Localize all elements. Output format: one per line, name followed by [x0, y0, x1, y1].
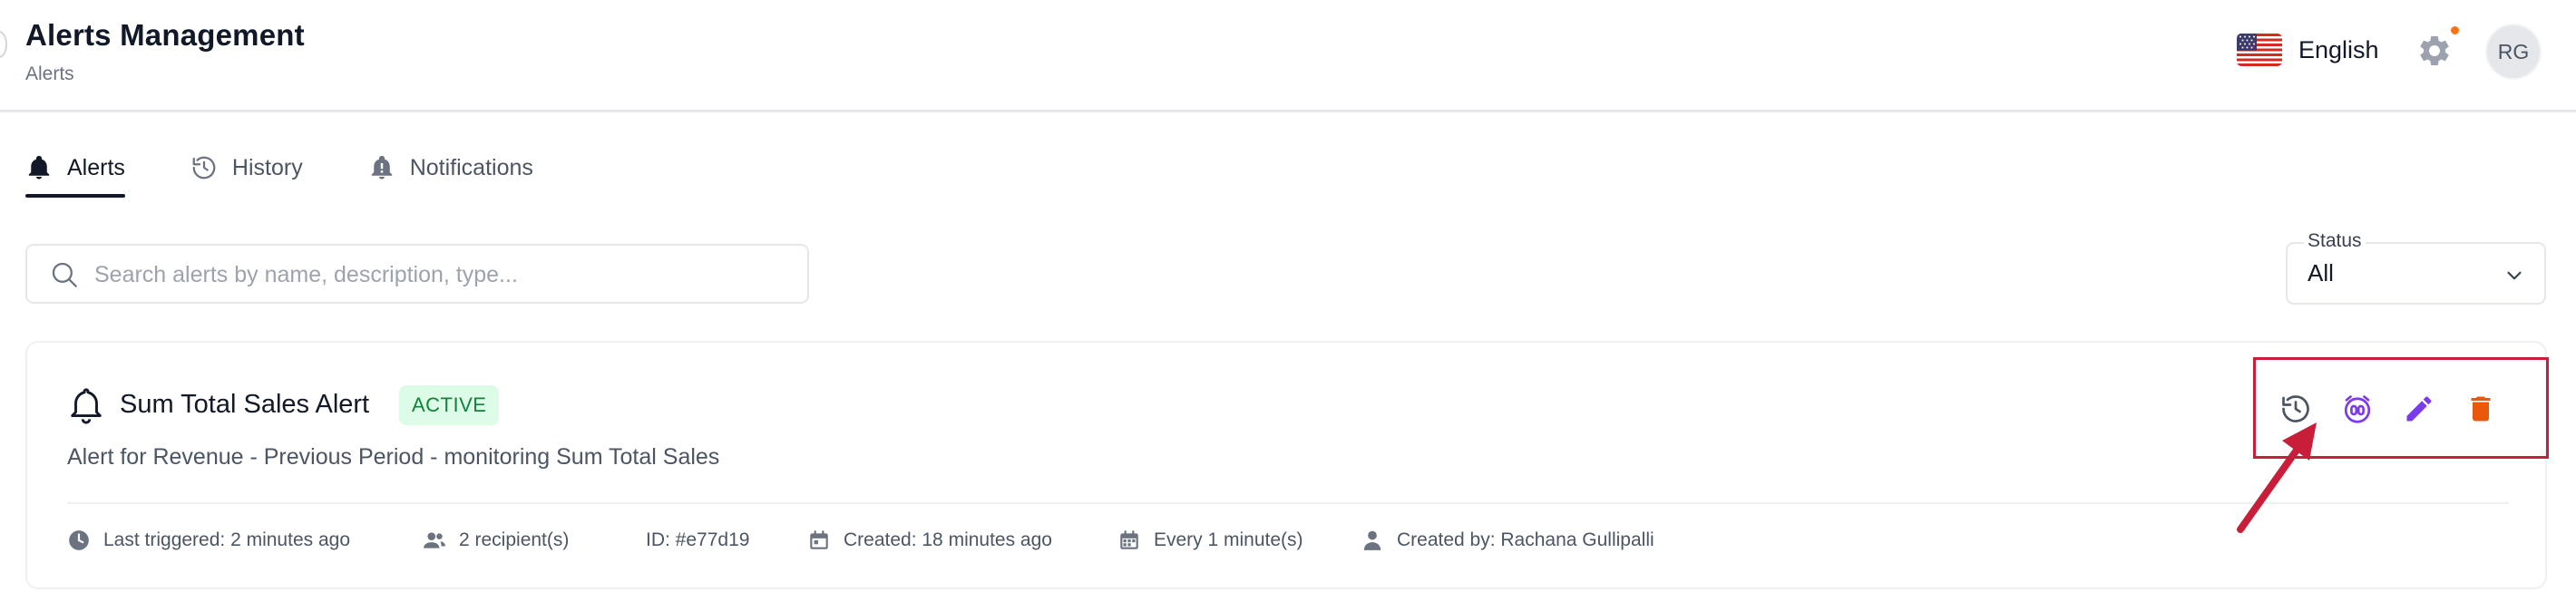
breadcrumb: Alerts: [25, 63, 74, 84]
user-icon: [1363, 530, 1381, 550]
gear-icon[interactable]: [2416, 33, 2453, 69]
meta-created-by: Created by: Rachana Gullipalli: [1361, 524, 1654, 557]
history-icon: [192, 156, 216, 180]
created-by-text: Created by: Rachana Gullipalli: [1397, 529, 1654, 550]
meta-frequency: Every 1 minute(s): [1117, 524, 1303, 557]
page-title: Alerts Management: [25, 18, 305, 52]
search-box: [25, 244, 809, 304]
language-label: English: [2298, 35, 2379, 63]
language-selector[interactable]: English: [2237, 30, 2379, 70]
status-value: All: [2308, 259, 2334, 286]
meta-recipients: 2 recipient(s): [423, 524, 569, 557]
tab-history[interactable]: History: [190, 138, 303, 198]
calendar-icon: [810, 530, 828, 549]
meta-last-triggered: Last triggered: 2 minutes ago: [67, 524, 350, 557]
tab-label: Notifications: [409, 154, 533, 180]
alert-id-text: ID: #e77d19: [646, 529, 750, 550]
frequency-text: Every 1 minute(s): [1154, 529, 1303, 550]
status-label: Status: [2304, 230, 2366, 252]
alert-name: Sum Total Sales Alert: [120, 390, 370, 419]
meta-created: Created: 18 minutes ago: [807, 524, 1052, 557]
clock-icon: [69, 530, 89, 550]
history-icon: [2282, 395, 2309, 422]
search-input[interactable]: [94, 255, 784, 295]
recipients-text: 2 recipient(s): [459, 529, 570, 550]
edit-alert-button[interactable]: [2397, 387, 2441, 431]
meta-id: ID: #e77d19: [646, 524, 749, 557]
delete-alert-button[interactable]: [2459, 387, 2503, 431]
avatar[interactable]: RG: [2485, 24, 2542, 80]
sidebar-toggle[interactable]: [0, 31, 7, 58]
search-icon: [52, 262, 77, 287]
status-badge: ACTIVE: [399, 385, 500, 425]
notification-dot: [2449, 24, 2461, 36]
timer-icon: [2344, 395, 2371, 423]
calendar-grid-icon: [1120, 530, 1138, 549]
us-flag-icon: [2237, 34, 2282, 66]
tab-label: History: [231, 154, 303, 180]
bell-alert-icon: [371, 155, 392, 180]
tab-alerts[interactable]: Alerts: [25, 138, 125, 198]
last-triggered-text: Last triggered: 2 minutes ago: [103, 529, 350, 550]
edit-icon: [2406, 396, 2432, 422]
alert-actions: [2253, 357, 2549, 459]
tab-bar: Alerts History Notifications: [25, 138, 599, 198]
users-icon: [424, 532, 445, 548]
view-history-button[interactable]: [2274, 387, 2317, 431]
chevron-down-icon: [2507, 271, 2522, 280]
alert-card: Sum Total Sales Alert ACTIVE Alert for R…: [25, 341, 2547, 589]
created-text: Created: 18 minutes ago: [844, 529, 1052, 550]
delete-icon: [2471, 396, 2491, 422]
snooze-timer-button[interactable]: [2336, 387, 2379, 431]
bell-outline-icon: [71, 388, 102, 424]
divider: [67, 502, 2509, 504]
bell-icon: [28, 155, 50, 180]
alert-description: Alert for Revenue - Previous Period - mo…: [67, 444, 720, 470]
tab-notifications[interactable]: Notifications: [368, 138, 533, 198]
tab-label: Alerts: [67, 154, 125, 180]
top-header: Alerts Management Alerts English RG: [0, 0, 2576, 112]
